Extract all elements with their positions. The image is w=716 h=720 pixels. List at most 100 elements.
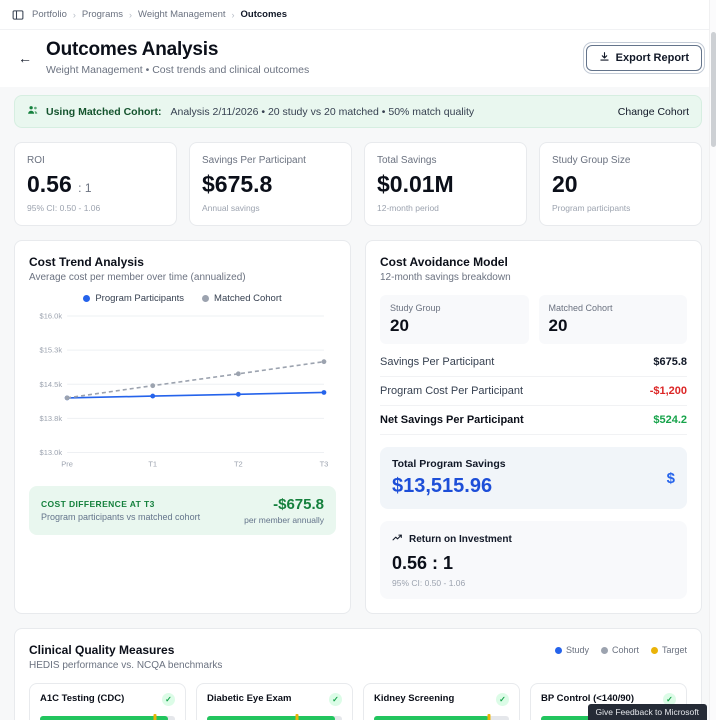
scrollbar-thumb[interactable]: [711, 32, 716, 147]
legend-dot-blue: [83, 295, 91, 302]
vertical-scrollbar[interactable]: [709, 0, 716, 720]
roi-header: Return on Investment: [392, 532, 675, 546]
breadcrumb-item-weight-management[interactable]: Weight Management: [138, 9, 226, 20]
svg-text:$13.0k: $13.0k: [40, 448, 63, 457]
callout-value: -$675.8: [273, 495, 324, 513]
clinical-subtitle: HEDIS performance vs. NCQA benchmarks: [29, 660, 223, 671]
outcomes-analysis-page: Portfolio › Programs › Weight Management…: [0, 0, 716, 720]
cost-avoidance-title: Cost Avoidance Model: [380, 255, 508, 269]
breadcrumb-bar: Portfolio › Programs › Weight Management…: [0, 0, 716, 30]
legend-item-cohort: Cohort: [600, 645, 639, 655]
page-title: Outcomes Analysis: [46, 39, 219, 60]
change-cohort-link[interactable]: Change Cohort: [618, 106, 689, 118]
svg-text:Pre: Pre: [61, 460, 73, 469]
kpi-caption: 12-month period: [377, 203, 439, 213]
roi-caption: 95% CI: 0.50 - 1.06: [392, 578, 466, 588]
kpi-caption: Program participants: [552, 203, 631, 213]
row-savings-per-participant: Savings Per Participant $675.8: [380, 348, 687, 377]
chart-legend: Program Participants Matched Cohort: [29, 293, 336, 304]
roi-label: Return on Investment: [409, 533, 512, 545]
feedback-badge[interactable]: Give Feedback to Microsoft: [587, 704, 707, 720]
trending-up-icon: [392, 532, 403, 546]
legend-item-program: Program Participants: [83, 293, 184, 304]
row-program-cost: Program Cost Per Participant -$1,200: [380, 377, 687, 406]
breadcrumb-separator: ›: [129, 9, 133, 20]
callout-text: COST DIFFERENCE AT T3 Program participan…: [41, 499, 200, 522]
callout-title: COST DIFFERENCE AT T3: [41, 498, 155, 509]
matched-cohort-box: Matched Cohort 20: [538, 295, 687, 344]
kpi-caption: 95% CI: 0.50 - 1.06: [27, 203, 101, 213]
target-marker-icon: [487, 714, 491, 720]
clinical-legend: Study Cohort Target: [554, 643, 687, 655]
kpi-label: ROI: [27, 155, 45, 166]
svg-text:$15.3k: $15.3k: [40, 346, 63, 355]
return-on-investment-box: Return on Investment 0.56 : 1 95% CI: 0.…: [380, 521, 687, 599]
savings-breakdown: Savings Per Participant $675.8 Program C…: [380, 348, 687, 435]
kpi-value: $675.8: [202, 171, 273, 197]
clinical-title-block: Clinical Quality Measures HEDIS performa…: [29, 643, 222, 671]
kpi-label: Savings Per Participant: [202, 155, 306, 166]
back-button[interactable]: ←: [14, 47, 36, 69]
legend-item-cohort: Matched Cohort: [202, 293, 282, 304]
measure-name: A1C Testing (CDC): [40, 693, 125, 704]
bar-fill: [207, 716, 336, 720]
legend-dot-target: [650, 646, 658, 654]
measure-progress-bar: [40, 714, 175, 720]
breadcrumb: Portfolio › Programs › Weight Management…: [32, 9, 287, 20]
cost-trend-chart: $16.0k $15.3k $14.5k $13.8k $13.0k Pre T1 T2 T3: [29, 306, 336, 480]
export-report-button[interactable]: Export Report: [585, 44, 702, 71]
roi-value: 0.56 : 1: [392, 553, 454, 573]
callout-subtitle: Program participants vs matched cohort: [41, 511, 201, 522]
kpi-value: 0.56 : 1: [27, 171, 92, 197]
callout-caption: per member annually: [244, 514, 324, 525]
export-report-label: Export Report: [615, 51, 689, 64]
page-content: Using Matched Cohort: Analysis 2/11/2026…: [0, 87, 716, 720]
measure-progress-bar: [207, 714, 342, 720]
breadcrumb-separator: ›: [231, 9, 235, 20]
target-marker-icon: [295, 714, 299, 720]
bar-fill: [40, 716, 169, 720]
page-subtitle: Weight Management • Cost trends and clin…: [46, 64, 310, 76]
cost-trend-card: Cost Trend Analysis Average cost per mem…: [14, 240, 351, 614]
clinical-title: Clinical Quality Measures: [29, 643, 175, 657]
page-header: ← Outcomes Analysis Weight Management • …: [0, 30, 716, 87]
breadcrumb-item-outcomes[interactable]: Outcomes: [241, 9, 287, 20]
kpi-label: Total Savings: [377, 155, 437, 166]
check-icon: ✓: [162, 693, 175, 706]
legend-item-study: Study: [554, 645, 589, 655]
svg-text:$14.5k: $14.5k: [40, 380, 63, 389]
dollar-icon: $: [666, 469, 675, 487]
kpi-value: 20: [552, 171, 578, 197]
analysis-row: Cost Trend Analysis Average cost per mem…: [14, 240, 702, 614]
bar-fill: [374, 716, 489, 720]
kpi-value: $0.01M: [377, 171, 454, 197]
total-program-savings-box: Total Program Savings $13,515.96 $: [380, 447, 687, 509]
svg-text:$13.8k: $13.8k: [40, 414, 63, 423]
matched-cohort-banner: Using Matched Cohort: Analysis 2/11/2026…: [14, 95, 702, 128]
check-icon: ✓: [496, 693, 509, 706]
sidebar-toggle-icon[interactable]: [12, 9, 24, 21]
measure-card-kidney-screening: Kidney Screening✓ 85% 80% cohort 85% +5p…: [363, 683, 520, 720]
cost-difference-callout: COST DIFFERENCE AT T3 Program participan…: [29, 485, 336, 535]
measure-name: Diabetic Eye Exam: [207, 693, 292, 704]
clinical-header: Clinical Quality Measures HEDIS performa…: [29, 643, 687, 671]
kpi-card-study-group-size: Study Group Size 20 Program participants: [539, 142, 702, 226]
measure-card-a1c-testing: A1C Testing (CDC)✓ 95% 90% cohort 85% +5…: [29, 683, 186, 720]
cohort-banner-text: Analysis 2/11/2026 • 20 study vs 20 matc…: [170, 105, 475, 118]
target-marker-icon: [153, 714, 157, 720]
kpi-label: Study Group Size: [552, 155, 631, 166]
legend-item-target: Target: [650, 645, 687, 655]
svg-text:$16.0k: $16.0k: [40, 312, 63, 321]
line-chart: $16.0k $15.3k $14.5k $13.8k $13.0k Pre T1 T2 T3: [40, 312, 329, 469]
breadcrumb-item-portfolio[interactable]: Portfolio: [32, 9, 67, 20]
cost-trend-title: Cost Trend Analysis: [29, 255, 144, 269]
cost-avoidance-card: Cost Avoidance Model 12-month savings br…: [365, 240, 702, 614]
total-savings-text: Total Program Savings $13,515.96: [392, 458, 506, 498]
download-icon: [599, 51, 610, 65]
breadcrumb-item-programs[interactable]: Programs: [82, 9, 123, 20]
legend-dot-gray: [202, 295, 210, 302]
kpi-row: ROI 0.56 : 1 95% CI: 0.50 - 1.06 Savings…: [14, 142, 702, 226]
kpi-card-savings-per-participant: Savings Per Participant $675.8 Annual sa…: [189, 142, 352, 226]
kpi-caption: Annual savings: [202, 203, 260, 213]
breadcrumb-separator: ›: [72, 9, 76, 20]
